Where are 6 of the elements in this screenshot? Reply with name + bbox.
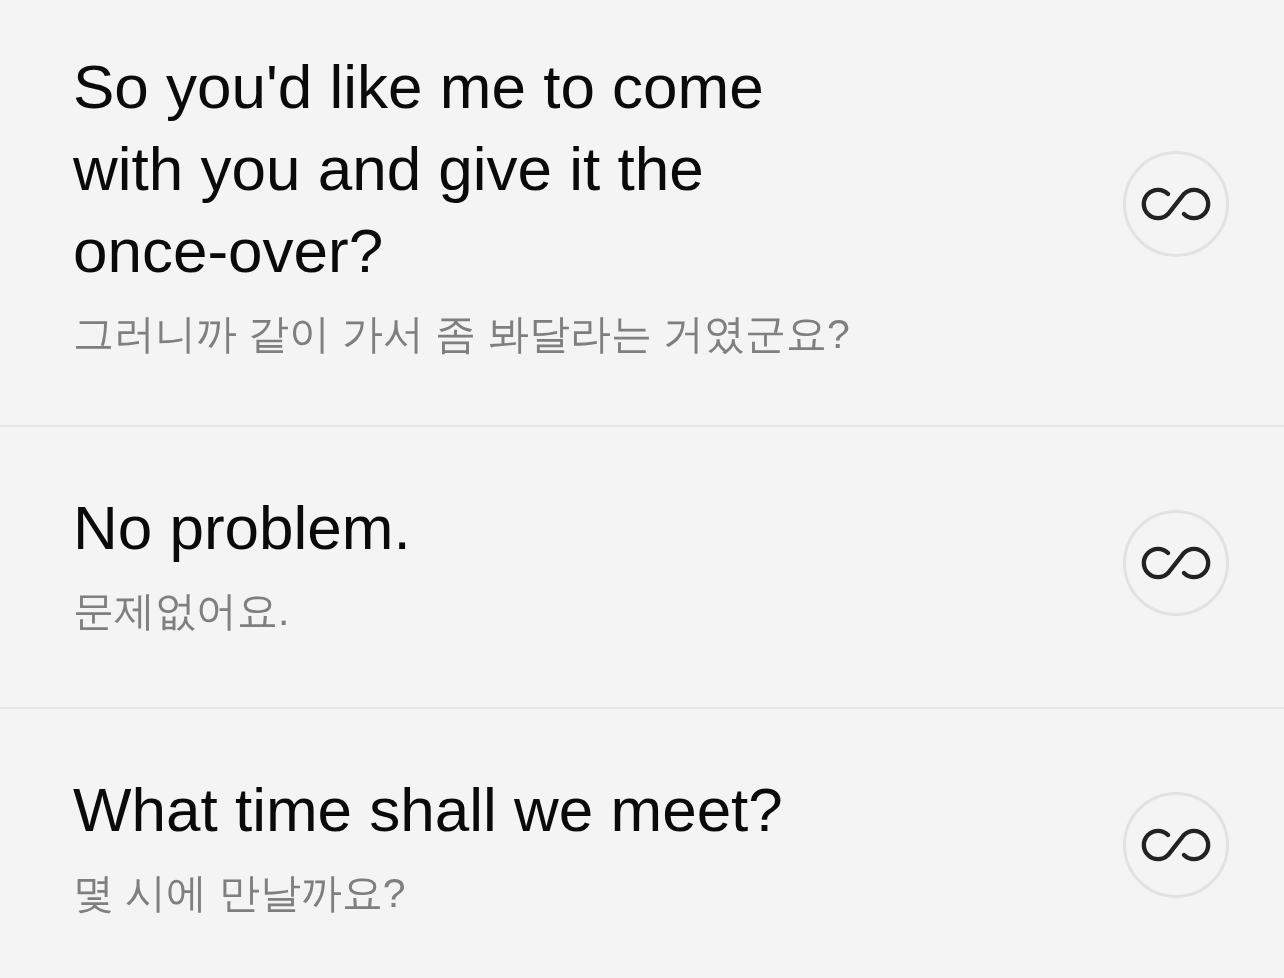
sentence-text: So you'd like me to come with you and give it the once-over? [73,51,765,287]
sentence-text: No problem. [73,492,411,564]
translation-text: 그러니까 같이 가서 좀 봐달라는 거였군요? [73,310,850,359]
translation-text: 문제없어요. [73,587,290,636]
translation-text: 몇 시에 만날까요? [73,869,406,918]
sentence-text: What time shall we meet? [73,774,783,846]
